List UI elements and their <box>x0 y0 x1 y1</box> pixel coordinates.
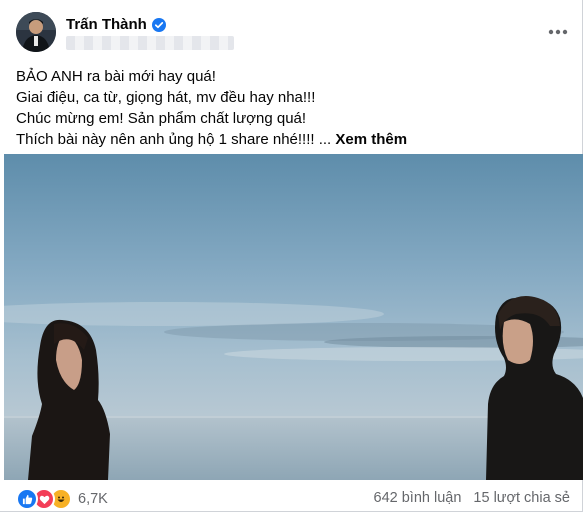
author-name[interactable]: Trấn Thành <box>66 16 147 33</box>
shares-count-link[interactable]: 15 lượt chia sẻ <box>473 490 570 506</box>
post-text-line-last: Thích bài này nên anh ủng hộ 1 share nhé… <box>16 129 571 150</box>
post-text-line: Thích bài này nên anh ủng hộ 1 share nhé… <box>16 131 332 148</box>
more-horizontal-icon <box>548 29 568 35</box>
reaction-summary[interactable]: 6,7K <box>16 488 108 510</box>
post-video-still[interactable] <box>4 154 583 480</box>
post-footer: 6,7K 642 bình luận 15 lượt chia sẻ <box>16 486 576 510</box>
author-avatar[interactable] <box>16 12 56 52</box>
blurred-timestamp <box>66 36 234 50</box>
author-name-row: Trấn Thành <box>66 16 166 33</box>
reaction-count: 6,7K <box>78 491 108 507</box>
comments-count-link[interactable]: 642 bình luận <box>374 490 462 506</box>
verified-badge-icon <box>151 17 166 32</box>
post-text: BẢO ANH ra bài mới hay quá! Giai điệu, c… <box>16 66 571 150</box>
post-text-line: BẢO ANH ra bài mới hay quá! <box>16 68 216 85</box>
post-card: Trấn Thành BẢO ANH ra bài mới hay quá! G… <box>0 0 583 512</box>
post-text-line: Chúc mừng em! Sản phẩm chất lượng quá! <box>16 110 307 127</box>
engagement-stats: 642 bình luận 15 lượt chia sẻ <box>374 490 570 506</box>
post-text-line: Giai điệu, ca từ, giọng hát, mv đều hay … <box>16 89 316 106</box>
like-icon <box>16 488 38 510</box>
more-options-button[interactable] <box>546 22 570 42</box>
see-more-link[interactable]: Xem thêm <box>335 131 407 148</box>
post-header: Trấn Thành <box>16 12 576 56</box>
